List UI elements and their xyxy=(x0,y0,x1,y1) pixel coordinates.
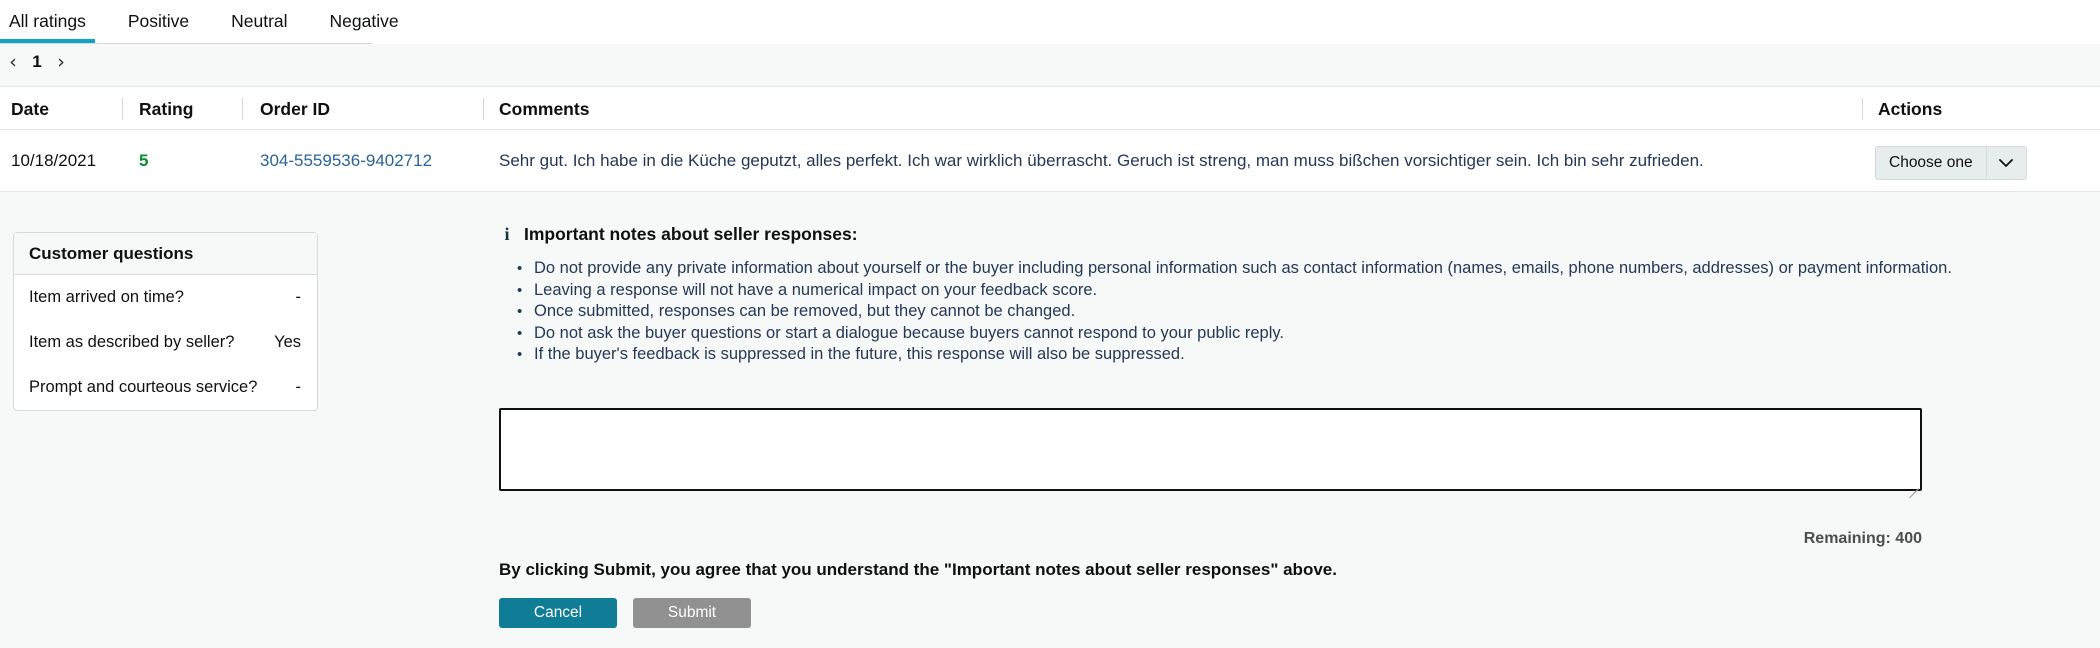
customer-question-row: Item arrived on time? - xyxy=(14,275,317,320)
feedback-table: Date Rating Order ID Comments Actions 10… xyxy=(0,86,2100,192)
note-item: Do not provide any private information a… xyxy=(517,258,1952,280)
ratings-tabs: All ratings Positive Neutral Negative xyxy=(0,0,399,44)
pagination: ‹ 1 › xyxy=(0,48,74,76)
customer-question-row: Item as described by seller? Yes xyxy=(14,320,317,365)
column-header-actions: Actions xyxy=(1878,98,1943,119)
notes-heading: Important notes about seller responses: xyxy=(524,224,858,244)
seller-response-textarea[interactable] xyxy=(499,408,1922,491)
note-item: If the buyer's feedback is suppressed in… xyxy=(517,344,1952,366)
cancel-button[interactable]: Cancel xyxy=(499,598,617,628)
action-dropdown-label: Choose one xyxy=(1876,147,1986,179)
tab-neutral[interactable]: Neutral xyxy=(231,0,287,43)
page-number-1[interactable]: 1 xyxy=(26,52,48,72)
table-row: 10/18/2021 5 304-5559536-9402712 Sehr gu… xyxy=(0,130,2100,192)
note-item: Once submitted, responses can be removed… xyxy=(517,301,1952,323)
customer-question-answer: - xyxy=(295,288,302,306)
chevron-down-icon xyxy=(1985,147,2026,179)
tab-negative-label: Negative xyxy=(329,11,399,31)
tab-positive[interactable]: Positive xyxy=(128,0,189,43)
chevron-left-icon[interactable]: ‹ xyxy=(0,51,26,73)
characters-remaining-label: Remaining: 400 xyxy=(1803,530,1922,547)
note-item: Leaving a response will not have a numer… xyxy=(517,280,1952,302)
header-divider-4 xyxy=(1862,98,1863,120)
column-header-comments: Comments xyxy=(499,98,590,119)
feedback-manager-page: All ratings Positive Neutral Negative ‹ … xyxy=(0,0,2100,648)
cell-order-id-link[interactable]: 304-5559536-9402712 xyxy=(260,151,432,171)
column-header-order-id: Order ID xyxy=(260,98,331,119)
cell-comment: Sehr gut. Ich habe in die Küche geputzt,… xyxy=(499,151,1704,170)
tab-positive-label: Positive xyxy=(127,11,190,31)
customer-question-row: Prompt and courteous service? - xyxy=(14,365,317,410)
customer-questions-title: Customer questions xyxy=(14,233,317,275)
info-icon: i xyxy=(504,224,510,244)
customer-question-label: Item arrived on time? xyxy=(29,288,184,306)
customer-question-label: Item as described by seller? xyxy=(29,333,235,351)
header-divider-2 xyxy=(242,98,243,120)
cell-rating: 5 xyxy=(139,151,149,170)
action-dropdown[interactable]: Choose one xyxy=(1875,146,2027,180)
customer-question-label: Prompt and courteous service? xyxy=(29,378,258,396)
submit-button[interactable]: Submit xyxy=(633,598,751,628)
customer-question-answer: Yes xyxy=(274,333,301,351)
customer-question-answer: - xyxy=(295,378,302,396)
form-actions: Cancel Submit xyxy=(499,598,751,628)
table-header-row: Date Rating Order ID Comments Actions xyxy=(0,86,2100,130)
tab-negative[interactable]: Negative xyxy=(330,0,399,43)
customer-questions-panel: Customer questions Item arrived on time?… xyxy=(13,232,318,411)
tab-neutral-label: Neutral xyxy=(231,11,288,31)
header-divider-1 xyxy=(122,98,123,120)
column-header-date: Date xyxy=(11,98,49,119)
submit-agreement-text: By clicking Submit, you agree that you u… xyxy=(499,560,1337,579)
chevron-right-icon[interactable]: › xyxy=(48,51,74,73)
notes-list: Do not provide any private information a… xyxy=(498,258,1952,366)
tab-all-ratings-label: All ratings xyxy=(9,11,86,31)
notes-heading-row: i Important notes about seller responses… xyxy=(498,224,1952,245)
column-header-rating: Rating xyxy=(139,98,194,119)
header-divider-3 xyxy=(483,98,484,120)
ratings-tab-bar: All ratings Positive Neutral Negative xyxy=(0,0,2100,44)
cell-date: 10/18/2021 xyxy=(11,151,97,170)
note-item: Do not ask the buyer questions or start … xyxy=(517,323,1952,345)
tab-all-ratings[interactable]: All ratings xyxy=(0,0,95,43)
seller-response-notes: i Important notes about seller responses… xyxy=(498,224,1952,366)
